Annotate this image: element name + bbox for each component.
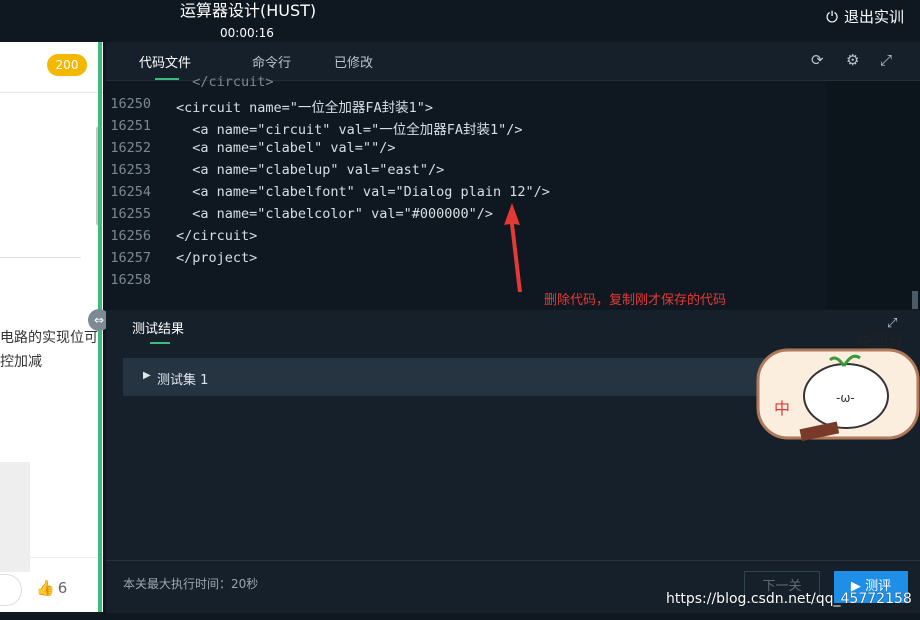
test-set-row[interactable]: ▶ 测试集 1 xyxy=(123,358,783,396)
panel-tab-indicator xyxy=(150,342,170,344)
panel-title: 测试结果 xyxy=(132,322,185,337)
sticker-image: -ω- 快回我 中 xyxy=(756,332,920,442)
runtime-label: 本关最大执行时间：20秒 xyxy=(123,577,259,591)
sticker-badge: 中 xyxy=(774,399,790,418)
annotation-text: 删除代码，复制刚才保存的代码 xyxy=(544,293,727,308)
caret-right-icon: ▶ xyxy=(143,370,151,381)
watermark: https://blog.csdn.net/qq_45772158 xyxy=(666,591,912,607)
panel-expand-icon[interactable]: ⤢ xyxy=(887,316,897,331)
svg-text:-ω-: -ω- xyxy=(836,391,855,405)
sticker-text: 快回我 xyxy=(856,332,904,351)
